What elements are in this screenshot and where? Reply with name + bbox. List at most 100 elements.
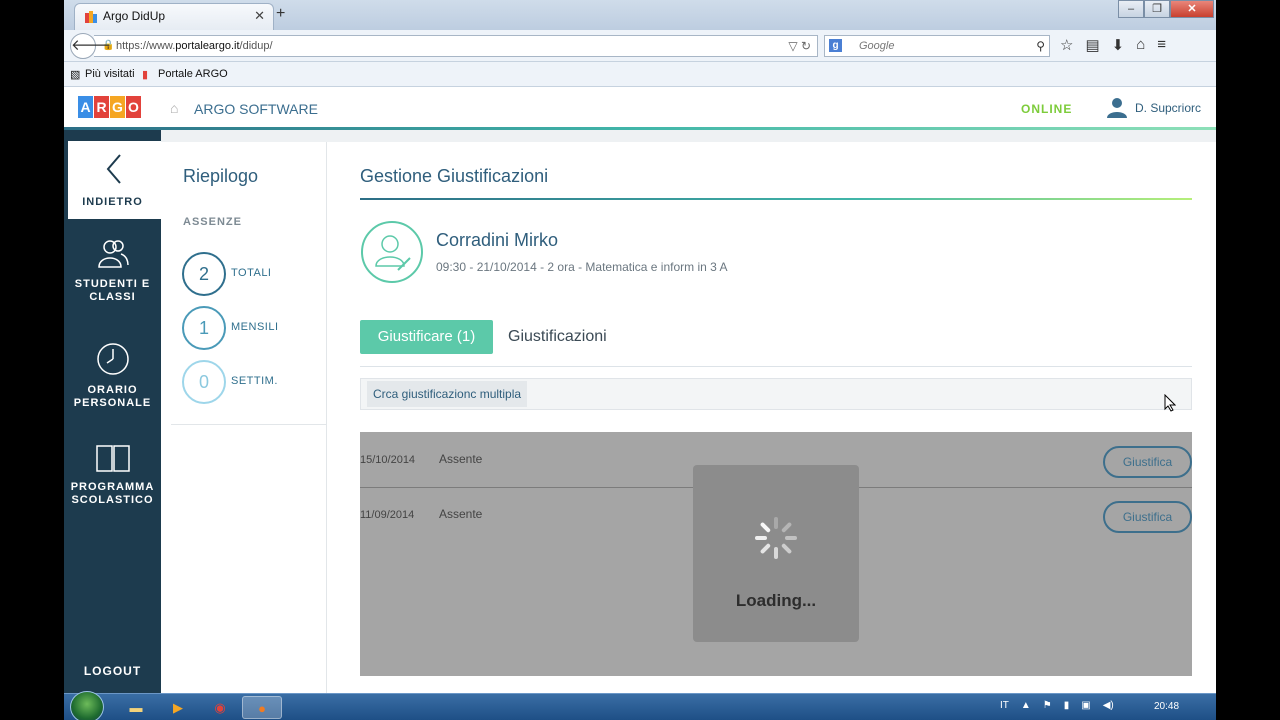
user-name[interactable]: D. Supcriorc bbox=[1135, 101, 1201, 115]
tab-justify[interactable]: Giustificare (1) bbox=[360, 320, 493, 354]
star-icon[interactable]: ☆ bbox=[1060, 36, 1073, 54]
home-icon[interactable]: ⌂ bbox=[170, 100, 178, 116]
window-controls: – ❐ ✕ bbox=[1118, 0, 1214, 18]
count-monthly: 1 bbox=[182, 306, 226, 350]
tab-bar: Argo DidUp ✕ + – ❐ ✕ bbox=[64, 0, 1216, 30]
absences-heading: ASSENZE bbox=[183, 216, 242, 228]
absences-table: 15/10/2014 Assente Giustifica 11/09/2014… bbox=[360, 432, 1192, 676]
book-icon bbox=[95, 445, 130, 472]
google-icon: g bbox=[829, 39, 842, 52]
summary-panel: Riepilogo ASSENZE 2 TOTALI 1 MENSILI 0 S… bbox=[171, 142, 327, 693]
search-icon[interactable]: ⚲ bbox=[1036, 36, 1045, 56]
count-weekly-label: SETTIM. bbox=[231, 375, 278, 387]
tab-title: Argo DidUp bbox=[103, 9, 166, 23]
tab-divider bbox=[360, 366, 1192, 367]
sidebar-label: PROGRAMMA SCOLASTICO bbox=[70, 481, 155, 506]
multiple-justification-button[interactable]: Crca giustificazionc multipla bbox=[367, 381, 528, 407]
home-icon[interactable]: ⌂ bbox=[1136, 36, 1145, 54]
url-path: /didup/ bbox=[239, 40, 273, 52]
explorer-icon[interactable]: ▬ bbox=[116, 696, 156, 719]
toolbar-icons: ☆ ▤ ⬇ ⌂ ≡ bbox=[1060, 36, 1166, 54]
url-host: portaleargo.it bbox=[175, 40, 240, 52]
tab-justifications[interactable]: Giustificazioni bbox=[508, 328, 607, 346]
bookmark-argo-icon: ▮ bbox=[142, 69, 149, 81]
absence-date: 15/10/2014 bbox=[360, 454, 416, 466]
count-total: 2 bbox=[182, 252, 226, 296]
title-underline bbox=[360, 198, 1192, 200]
back-nav-button[interactable]: INDIETRO bbox=[68, 141, 161, 219]
tray-arrow-icon[interactable]: ▲ bbox=[1021, 700, 1031, 711]
search-placeholder: Google bbox=[859, 40, 895, 52]
mouse-cursor-icon bbox=[1164, 394, 1176, 412]
absence-type: Assente bbox=[439, 452, 483, 466]
spinner-icon bbox=[755, 517, 797, 559]
clock[interactable]: 20:48 bbox=[1154, 701, 1179, 712]
maximize-button[interactable]: ❐ bbox=[1144, 0, 1170, 18]
justify-button[interactable]: Giustifica bbox=[1103, 501, 1192, 533]
back-button[interactable]: 🡐 bbox=[70, 33, 111, 59]
sidebar-item-students[interactable]: STUDENTI E CLASSI bbox=[64, 238, 161, 304]
close-window-button[interactable]: ✕ bbox=[1170, 0, 1214, 18]
battery-icon[interactable]: ▮ bbox=[1064, 700, 1070, 711]
student-info: 09:30 - 21/10/2014 - 2 ora - Matematica … bbox=[436, 260, 728, 274]
menu-icon[interactable]: ≡ bbox=[1157, 36, 1166, 54]
justify-button[interactable]: Giustifica bbox=[1103, 446, 1192, 478]
count-total-label: TOTALI bbox=[231, 267, 272, 279]
sidebar-item-program[interactable]: PROGRAMMA SCOLASTICO bbox=[64, 443, 161, 507]
brand-link[interactable]: ARGO SOFTWARE bbox=[194, 101, 318, 117]
network-icon[interactable]: ▣ bbox=[1081, 700, 1090, 711]
close-tab-icon[interactable]: ✕ bbox=[254, 8, 265, 24]
back-label: INDIETRO bbox=[82, 196, 143, 208]
start-button[interactable] bbox=[70, 691, 104, 720]
sidebar-label: ORARIO PERSONALE bbox=[73, 384, 152, 409]
sidebar-label: STUDENTI E CLASSI bbox=[74, 278, 151, 303]
chevron-left-icon bbox=[106, 154, 121, 184]
header-spacer bbox=[64, 130, 1216, 142]
reload-icon[interactable]: ▽ ↻ bbox=[788, 36, 811, 56]
flag-icon[interactable]: ⚑ bbox=[1043, 700, 1052, 711]
bookmark-most-visited[interactable]: Più visitati bbox=[85, 68, 135, 80]
system-tray: IT ▲ ⚑ ▮ ▣ ◀) bbox=[1000, 700, 1114, 711]
student-name: Corradini Mirko bbox=[436, 230, 559, 250]
reading-list-icon[interactable]: ▤ bbox=[1085, 36, 1099, 54]
divider bbox=[171, 424, 327, 425]
user-icon[interactable] bbox=[1106, 96, 1128, 118]
sidebar: INDIETRO STUDENTI E CLASSI ORARIO PERSON… bbox=[64, 130, 161, 693]
url-prefix: https://www. bbox=[116, 40, 176, 52]
volume-icon[interactable]: ◀) bbox=[1103, 700, 1114, 711]
logo-letter: A bbox=[78, 96, 93, 118]
page-title: Gestione Giustificazioni bbox=[360, 166, 549, 186]
language-indicator[interactable]: IT bbox=[1000, 700, 1009, 711]
logo-letter: G bbox=[110, 96, 125, 118]
main-content: Gestione Giustificazioni Corradini Mirko… bbox=[328, 142, 1216, 693]
browser-tab[interactable]: Argo DidUp ✕ bbox=[74, 3, 274, 30]
bookmarks-bar: ▧ Più visitati ▮ Portale ARGO bbox=[64, 62, 1216, 87]
browser-window: Argo DidUp ✕ + – ❐ ✕ 🔒 https://www.porta… bbox=[64, 0, 1216, 720]
logout-button[interactable]: LOGOUT bbox=[64, 664, 161, 678]
loading-overlay: Loading... bbox=[693, 465, 859, 642]
student-avatar-icon bbox=[361, 221, 423, 283]
new-tab-button[interactable]: + bbox=[276, 5, 285, 23]
url-bar[interactable]: 🔒 https://www.portaleargo.it/didup/ ▽ ↻ bbox=[94, 35, 818, 57]
app-header: A R G O ⌂ ARGO SOFTWARE ONLINE D. Supcri… bbox=[64, 87, 1216, 127]
media-player-icon[interactable]: ▶ bbox=[158, 696, 198, 719]
bookmark-portale-argo[interactable]: Portale ARGO bbox=[158, 68, 228, 80]
download-icon[interactable]: ⬇ bbox=[1112, 36, 1125, 54]
taskbar: ▬ ▶ ◉ ● IT ▲ ⚑ ▮ ▣ ◀) 20:48 bbox=[64, 691, 1216, 720]
argo-favicon-icon bbox=[85, 11, 97, 23]
logo-letter: O bbox=[126, 96, 141, 118]
minimize-button[interactable]: – bbox=[1118, 0, 1144, 18]
online-status: ONLINE bbox=[1021, 102, 1073, 116]
navigation-bar: 🔒 https://www.portaleargo.it/didup/ ▽ ↻ … bbox=[64, 30, 1216, 62]
chrome-icon[interactable]: ◉ bbox=[200, 696, 240, 719]
firefox-icon[interactable]: ● bbox=[242, 696, 282, 719]
summary-title: Riepilogo bbox=[183, 166, 259, 186]
absence-type: Assente bbox=[439, 507, 483, 521]
bookmark-folder-icon: ▧ bbox=[70, 69, 81, 81]
sidebar-item-schedule[interactable]: ORARIO PERSONALE bbox=[64, 342, 161, 410]
search-input[interactable]: g Google ⚲ bbox=[824, 35, 1050, 57]
action-toolbar: Crca giustificazionc multipla bbox=[360, 378, 1192, 410]
clock-icon bbox=[96, 343, 129, 375]
count-monthly-label: MENSILI bbox=[231, 321, 279, 333]
argo-logo[interactable]: A R G O bbox=[78, 96, 141, 118]
